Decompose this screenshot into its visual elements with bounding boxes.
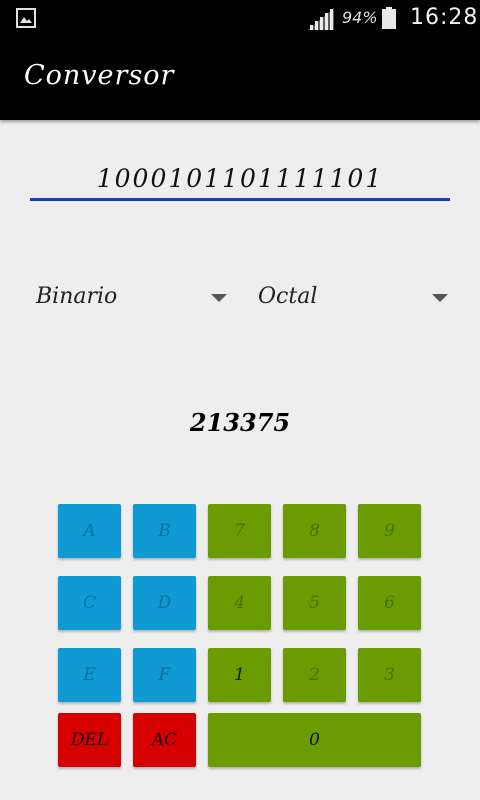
to-base-label: Octal <box>258 284 318 309</box>
app-title: Conversor <box>24 60 175 91</box>
key-4[interactable]: 4 <box>208 576 271 630</box>
key-7[interactable]: 7 <box>208 504 271 558</box>
to-base-spinner[interactable]: Octal <box>258 280 452 320</box>
number-input[interactable] <box>30 158 450 201</box>
from-base-spinner[interactable]: Binario <box>36 280 230 320</box>
key-2[interactable]: 2 <box>283 648 346 702</box>
key-8[interactable]: 8 <box>283 504 346 558</box>
from-base-label: Binario <box>36 284 118 309</box>
clock: 16:28 <box>410 5 479 30</box>
status-bar: 94% 16:28 <box>0 0 480 38</box>
dropdown-arrow-icon <box>211 294 227 302</box>
gallery-notification-icon <box>16 8 36 28</box>
dropdown-arrow-icon <box>432 294 448 302</box>
key-f[interactable]: F <box>133 648 196 702</box>
conversion-result: 213375 <box>189 408 291 437</box>
key-1[interactable]: 1 <box>208 648 271 702</box>
key-d[interactable]: D <box>133 576 196 630</box>
key-6[interactable]: 6 <box>358 576 421 630</box>
key-b[interactable]: B <box>133 504 196 558</box>
delete-button[interactable]: DEL <box>58 713 121 767</box>
key-a[interactable]: A <box>58 504 121 558</box>
battery-icon <box>382 7 396 29</box>
signal-icon <box>308 8 334 30</box>
key-5[interactable]: 5 <box>283 576 346 630</box>
key-0[interactable]: 0 <box>208 713 421 767</box>
key-9[interactable]: 9 <box>358 504 421 558</box>
key-c[interactable]: C <box>58 576 121 630</box>
battery-percent: 94% <box>342 8 378 27</box>
key-e[interactable]: E <box>58 648 121 702</box>
app-bar: Conversor <box>0 38 480 120</box>
all-clear-button[interactable]: AC <box>133 713 196 767</box>
key-3[interactable]: 3 <box>358 648 421 702</box>
